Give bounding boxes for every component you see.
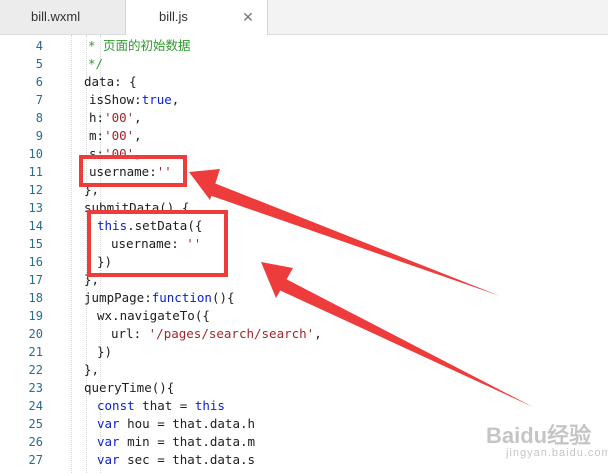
code-token: isShow: bbox=[89, 92, 142, 107]
code-keyword: true bbox=[141, 92, 172, 107]
line-number: 15 bbox=[28, 237, 43, 251]
line-number-gutter: 4 5 6 7 8 9 10 11 12 13 14 15 16 17 18 1… bbox=[0, 35, 54, 473]
code-token: m: bbox=[89, 128, 105, 143]
code-string: '/pages/search/search' bbox=[148, 326, 315, 341]
line-number: 8 bbox=[35, 111, 43, 125]
code-token: , bbox=[134, 128, 142, 143]
tab-label: bill.js bbox=[159, 9, 188, 24]
tab-bill-js[interactable]: bill.js ✕ bbox=[126, 0, 268, 35]
close-icon[interactable]: ✕ bbox=[241, 0, 255, 34]
line-number: 13 bbox=[28, 201, 43, 215]
code-keyword: var bbox=[97, 452, 120, 467]
code-string: '00' bbox=[104, 110, 135, 125]
tab-bill-wxml[interactable]: bill.wxml bbox=[0, 0, 126, 34]
line-number: 27 bbox=[28, 453, 43, 467]
watermark-url: jingyan.baidu.com bbox=[506, 447, 608, 459]
line-number: 7 bbox=[35, 93, 43, 107]
code-line: queryTime(){ bbox=[84, 380, 175, 395]
code-token: (){ bbox=[211, 290, 235, 305]
code-line: h:'00', bbox=[89, 109, 142, 127]
code-line: const that = this bbox=[97, 397, 225, 415]
code-token: url: bbox=[111, 326, 149, 341]
line-number: 22 bbox=[28, 363, 43, 377]
highlight-box-setdata bbox=[87, 210, 228, 277]
code-line: var hou = that.data.h bbox=[97, 415, 255, 433]
code-line: }) bbox=[97, 344, 113, 359]
code-token: jumpPage: bbox=[84, 290, 152, 305]
line-number: 14 bbox=[28, 219, 43, 233]
code-token: sec = that.data.s bbox=[119, 452, 256, 467]
code-line: url: '/pages/search/search', bbox=[111, 325, 322, 343]
code-token: , bbox=[171, 92, 180, 107]
line-number: 10 bbox=[28, 147, 43, 161]
line-number: 18 bbox=[28, 291, 43, 305]
code-token: hou = that.data.h bbox=[119, 416, 256, 431]
baidu-watermark: Baidu经验 jingyan.baidu.com bbox=[486, 418, 608, 459]
code-comment: * 页面的初始数据 bbox=[88, 38, 191, 53]
code-line: isShow:true, bbox=[89, 91, 179, 109]
code-keyword: const bbox=[97, 398, 135, 413]
code-line: }, bbox=[84, 362, 100, 377]
line-number: 23 bbox=[28, 381, 43, 395]
line-number: 26 bbox=[28, 435, 43, 449]
code-line: var min = that.data.m bbox=[97, 433, 255, 451]
line-number: 5 bbox=[35, 57, 43, 71]
code-line: var sec = that.data.s bbox=[97, 451, 255, 469]
code-line: jumpPage:function(){ bbox=[84, 289, 235, 307]
line-number: 25 bbox=[28, 417, 43, 431]
code-keyword: this bbox=[194, 398, 225, 413]
code-string: '00' bbox=[104, 128, 135, 143]
code-token: , bbox=[134, 110, 142, 125]
line-number: 21 bbox=[28, 345, 43, 359]
line-number: 24 bbox=[28, 399, 43, 413]
line-number: 9 bbox=[35, 129, 43, 143]
line-number: 19 bbox=[28, 309, 43, 323]
tab-label: bill.wxml bbox=[31, 9, 81, 24]
code-comment: */ bbox=[88, 56, 104, 71]
code-line: m:'00', bbox=[89, 127, 142, 145]
code-token: , bbox=[314, 326, 322, 341]
code-line: * 页面的初始数据 bbox=[88, 37, 191, 55]
code-token: that = bbox=[134, 398, 195, 413]
editor-tab-bar: bill.wxml bill.js ✕ bbox=[0, 0, 608, 35]
line-number: 20 bbox=[28, 327, 43, 341]
line-number: 17 bbox=[28, 273, 43, 287]
code-token: h: bbox=[89, 110, 105, 125]
code-keyword: var bbox=[97, 416, 120, 431]
highlight-box-username bbox=[79, 155, 187, 187]
code-token: min = that.data.m bbox=[119, 434, 256, 449]
code-line: wx.navigateTo({ bbox=[97, 308, 210, 323]
code-keyword: function bbox=[151, 290, 212, 305]
watermark-text: Baidu经验 bbox=[486, 423, 592, 448]
code-keyword: var bbox=[97, 434, 120, 449]
line-number: 4 bbox=[35, 39, 43, 53]
line-number: 11 bbox=[28, 165, 43, 179]
line-number: 16 bbox=[28, 255, 43, 269]
code-line: data: { bbox=[84, 74, 137, 89]
line-number: 6 bbox=[35, 75, 43, 89]
line-number: 12 bbox=[28, 183, 43, 197]
code-line: */ bbox=[88, 55, 103, 73]
